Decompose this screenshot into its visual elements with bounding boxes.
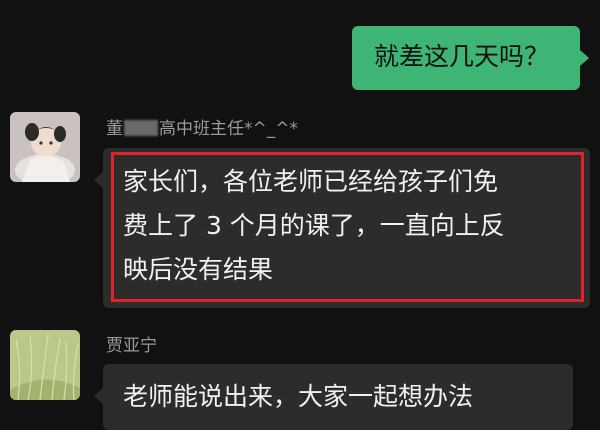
teacher-message-bubble[interactable]: 家长们，各位老师已经给孩子们免 费上了 3 个月的课了，一直向上反 映后没有结果 — [103, 148, 590, 308]
teacher-message-line: 家长们，各位老师已经给孩子们免 — [123, 167, 499, 196]
parent-bubble-tail — [94, 388, 103, 404]
teacher-message-line: 费上了 3 个月的课了，一直向上反 — [123, 211, 505, 240]
outgoing-message-text: 就差这几天吗？ — [374, 42, 550, 71]
grass-photo-icon — [10, 330, 80, 400]
outgoing-bubble-tail — [580, 50, 589, 66]
parent-sender-name: 贾亚宁 — [106, 336, 157, 356]
teacher-message-line: 映后没有结果 — [123, 255, 274, 284]
parent-avatar[interactable] — [10, 330, 80, 400]
parent-message-bubble[interactable]: 老师能说出来，大家一起想办法 — [103, 364, 573, 430]
baby-photo-icon — [10, 112, 80, 182]
redacted-name-blur — [124, 120, 158, 136]
parent-message-text: 老师能说出来，大家一起想办法 — [123, 382, 474, 411]
chat-window: 就差这几天吗？ 董高中班主任*^_^* 家长们，各位老师已经给孩子们免 费上了 … — [0, 0, 600, 430]
teacher-sender-name: 董高中班主任*^_^* — [106, 119, 298, 139]
teacher-avatar[interactable] — [10, 112, 80, 182]
teacher-bubble-tail — [94, 172, 103, 188]
outgoing-message-bubble[interactable]: 就差这几天吗？ — [352, 26, 580, 90]
